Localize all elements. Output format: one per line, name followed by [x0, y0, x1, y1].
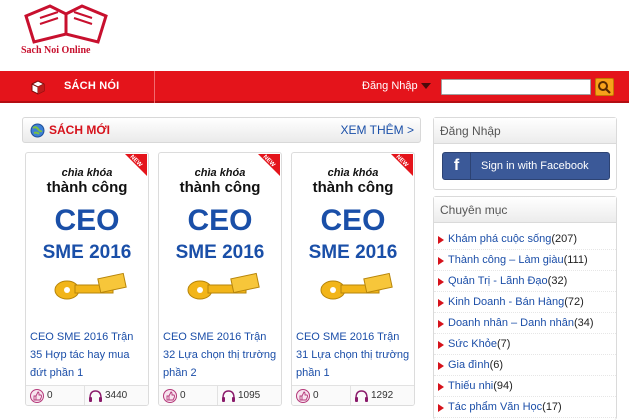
arrow-right-icon — [438, 341, 444, 349]
arrow-right-icon — [438, 383, 444, 391]
facebook-signin-button[interactable]: f Sign in with Facebook — [442, 152, 610, 180]
globe-icon — [30, 123, 45, 138]
book-stats: 0 3440 — [26, 385, 148, 405]
box-icon — [31, 80, 45, 95]
category-name: Sức Khỏe — [448, 338, 497, 350]
cover-sme: SME 2016 — [176, 242, 265, 263]
facebook-icon: f — [443, 153, 471, 179]
book-stats: 0 1292 — [292, 385, 414, 405]
listen-count: 1292 — [371, 390, 394, 401]
category-count: (111) — [563, 254, 588, 266]
facebook-signin-label: Sign in with Facebook — [481, 160, 589, 172]
category-count: (34) — [574, 317, 594, 329]
category-count: (7) — [496, 338, 511, 350]
book-logo-icon — [24, 4, 108, 44]
category-name: Thiếu nhi — [448, 380, 494, 392]
category-name: Kinh Doanh - Bán Hàng — [448, 296, 565, 308]
category-count: (72) — [564, 296, 584, 308]
like-count: 0 — [180, 390, 186, 401]
cover-brand-main: thành công — [47, 179, 128, 196]
categories-title: Chuyên mục — [434, 197, 616, 223]
cover-sme: SME 2016 — [43, 242, 132, 263]
login-menu[interactable]: Đăng Nhập — [362, 80, 418, 92]
category-list: Khám phá cuộc sống(207) Thành công – Làm… — [434, 223, 616, 418]
listen-count: 1095 — [238, 390, 261, 401]
category-item[interactable]: Quản Trị - Lãnh Đạo(32) — [434, 271, 616, 292]
book-cover-image: NEW chìa khóa thành công CEO SME 2016 — [293, 154, 413, 316]
stats-divider — [217, 386, 218, 405]
category-item[interactable]: Doanh nhân – Danh nhân(34) — [434, 313, 616, 334]
arrow-right-icon — [438, 278, 444, 286]
category-item[interactable]: Sức Khỏe(7) — [434, 334, 616, 355]
search-icon — [598, 81, 611, 94]
headphones-icon — [89, 390, 102, 402]
category-count: (17) — [542, 401, 562, 413]
arrow-right-icon — [438, 236, 444, 244]
book-stats: 0 1095 — [159, 385, 281, 405]
cover-brand-top: chìa khóa — [328, 167, 379, 179]
category-name: Quản Trị - Lãnh Đạo — [448, 275, 548, 287]
stats-divider — [84, 386, 85, 405]
chevron-down-icon[interactable] — [421, 83, 431, 89]
cover-brand-top: chìa khóa — [195, 167, 246, 179]
arrow-right-icon — [438, 404, 444, 412]
category-name: Khám phá cuộc sống — [448, 233, 552, 245]
thumbs-up-icon[interactable] — [296, 389, 310, 403]
thumbs-up-icon[interactable] — [163, 389, 177, 403]
login-box: Đăng Nhập f Sign in with Facebook — [433, 117, 617, 190]
cover-ceo: CEO — [54, 204, 119, 237]
see-more-link[interactable]: XEM THÊM > — [341, 123, 414, 137]
like-count: 0 — [47, 390, 53, 401]
category-count: (94) — [493, 380, 513, 392]
cover-brand-main: thành công — [180, 179, 261, 196]
top-nav-bar: SÁCH NÓI Đăng Nhập — [0, 71, 629, 103]
logo-text: Sach Noi Online — [21, 45, 91, 56]
cover-ceo: CEO — [187, 204, 252, 237]
new-books-title: SÁCH MỚI — [49, 123, 110, 137]
category-count: (6) — [489, 359, 504, 371]
headphones-icon — [222, 390, 235, 402]
headphones-icon — [355, 390, 368, 402]
cover-brand-top: chìa khóa — [62, 167, 113, 179]
cover-sme: SME 2016 — [309, 242, 398, 263]
book-title-link[interactable]: CEO SME 2016 Trận 32 Lựa chọn thị trường… — [163, 328, 279, 382]
category-count: (32) — [547, 275, 568, 287]
category-item[interactable]: Kinh Doanh - Bán Hàng(72) — [434, 292, 616, 313]
arrow-right-icon — [438, 362, 444, 370]
category-count: (207) — [551, 233, 578, 245]
site-logo[interactable]: Sach Noi Online — [20, 4, 130, 62]
category-item[interactable]: Gia đình(6) — [434, 355, 616, 376]
login-box-title: Đăng Nhập — [434, 118, 616, 144]
nav-divider — [154, 71, 155, 103]
arrow-right-icon — [438, 257, 444, 265]
thumbs-up-icon[interactable] — [30, 389, 44, 403]
listen-count: 3440 — [105, 390, 128, 401]
cover-brand-main: thành công — [313, 179, 394, 196]
category-item[interactable]: Thiếu nhi(94) — [434, 376, 616, 397]
arrow-right-icon — [438, 320, 444, 328]
like-count: 0 — [313, 390, 319, 401]
category-name: Doanh nhân – Danh nhân — [448, 317, 574, 329]
category-name: Thành công – Làm giàu — [448, 254, 564, 266]
new-books-header: SÁCH MỚI XEM THÊM > — [22, 117, 421, 143]
cover-ceo: CEO — [320, 204, 385, 237]
book-cover-image: NEW chìa khóa thành công CEO SME 2016 — [160, 154, 280, 316]
category-item[interactable]: Khám phá cuộc sống(207) — [434, 229, 616, 250]
categories-box: Chuyên mục Khám phá cuộc sống(207) Thành… — [433, 196, 617, 420]
book-card[interactable]: NEW chìa khóa thành công CEO SME 2016 CE… — [25, 152, 149, 406]
category-name: Tác phẩm Văn Học — [448, 401, 543, 413]
book-card[interactable]: NEW chìa khóa thành công CEO SME 2016 CE… — [291, 152, 415, 406]
search-button[interactable] — [595, 78, 614, 96]
book-card[interactable]: NEW chìa khóa thành công CEO SME 2016 CE… — [158, 152, 282, 406]
book-title-link[interactable]: CEO SME 2016 Trận 35 Hợp tác hay mua đứt… — [30, 328, 146, 382]
book-title-link[interactable]: CEO SME 2016 Trận 31 Lựa chọn thị trường… — [296, 328, 412, 382]
category-item[interactable]: Tác phẩm Văn Học(17) — [434, 397, 616, 418]
category-item[interactable]: Thành công – Làm giàu(111) — [434, 250, 616, 271]
arrow-right-icon — [438, 299, 444, 307]
stats-divider — [350, 386, 351, 405]
nav-sach-noi[interactable]: SÁCH NÓI — [64, 80, 119, 92]
category-name: Gia đình — [448, 359, 490, 371]
book-cover-image: NEW chìa khóa thành công CEO SME 2016 — [27, 154, 147, 316]
search-input[interactable] — [441, 79, 591, 95]
